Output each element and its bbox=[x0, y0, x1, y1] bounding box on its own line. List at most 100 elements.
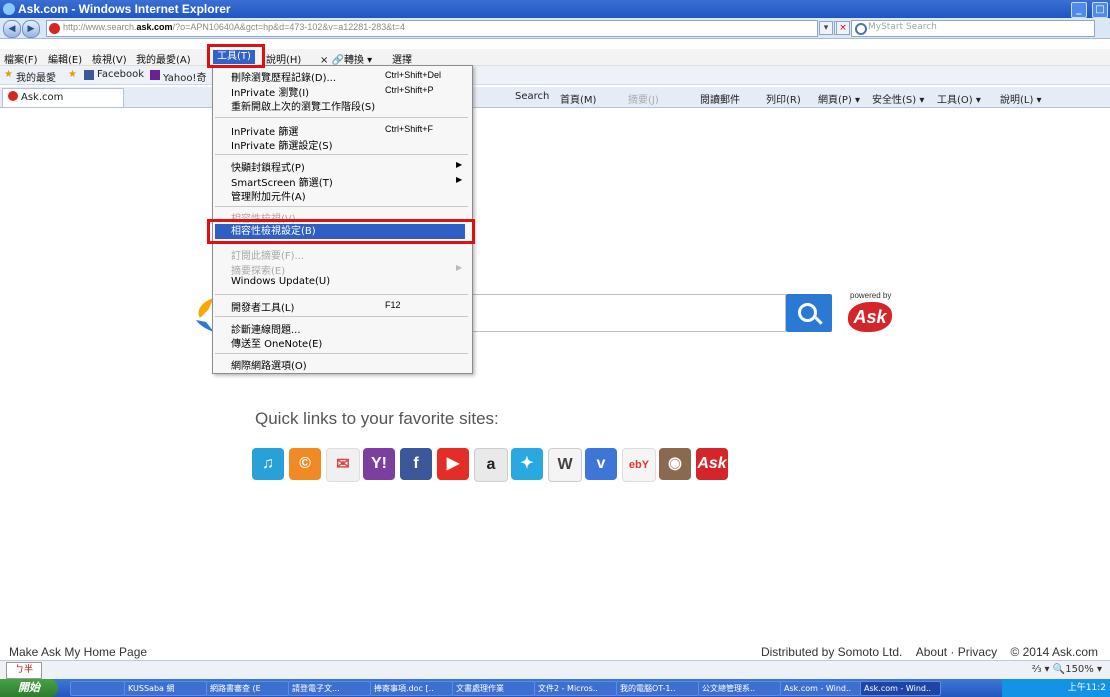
menu-separator bbox=[215, 154, 468, 155]
home-button[interactable]: 首頁(M) bbox=[560, 91, 596, 106]
url-domain: ask.com bbox=[136, 22, 173, 32]
search-icon bbox=[855, 23, 867, 35]
help-menu[interactable]: 說明(L) ▾ bbox=[1000, 91, 1042, 106]
dropdown-icon[interactable]: ▾ bbox=[819, 21, 833, 35]
submenu-arrow-icon: ▶ bbox=[456, 263, 463, 272]
select-button[interactable]: 選擇 bbox=[392, 51, 412, 66]
ebay-quicklink[interactable]: ebY bbox=[622, 448, 656, 482]
menu-view[interactable]: 檢視(V) bbox=[92, 51, 127, 66]
menu-inprivate[interactable]: InPrivate 瀏覽(I) bbox=[231, 84, 309, 99]
quick-links-title: Quick links to your favorite sites: bbox=[255, 409, 499, 428]
menu-separator bbox=[215, 353, 468, 354]
menu-separator bbox=[215, 316, 468, 317]
menu-help[interactable]: 說明(H) bbox=[266, 51, 301, 66]
minimize-button[interactable]: _ bbox=[1070, 2, 1087, 18]
system-tray-clock[interactable]: 上午11:2 bbox=[1002, 679, 1110, 697]
quick-launch[interactable] bbox=[70, 681, 125, 696]
page-menu[interactable]: 網頁(P) ▾ bbox=[818, 91, 860, 106]
zoom-control[interactable]: ⅔ ▾ 🔍150% ▾ bbox=[1032, 664, 1102, 675]
read-mail-button[interactable]: 閱讀郵件 bbox=[700, 91, 740, 106]
shortcut-delete-history: Ctrl+Shift+Del bbox=[385, 70, 442, 80]
menu-inprivate-filter[interactable]: InPrivate 篩選 bbox=[231, 123, 298, 138]
gmail-icon[interactable]: ✉ bbox=[326, 448, 360, 482]
menu-diagnose-connection[interactable]: 診斷連線問題... bbox=[231, 321, 301, 336]
tools-menu[interactable]: 工具(O) ▾ bbox=[937, 91, 981, 106]
menu-inprivate-filter-settings[interactable]: InPrivate 篩選設定(S) bbox=[231, 137, 332, 152]
wikipedia-quicklink[interactable]: W bbox=[548, 448, 582, 482]
make-home-link[interactable]: Make Ask My Home Page bbox=[9, 645, 147, 659]
ime-indicator[interactable]: ㄅ半 bbox=[6, 662, 42, 679]
safety-menu[interactable]: 安全性(S) ▾ bbox=[872, 91, 924, 106]
about-privacy-link[interactable]: About · Privacy bbox=[916, 645, 997, 659]
ie-icon bbox=[3, 3, 15, 15]
url-input[interactable]: http://www.search.ask.com/?o=APN10640A&g… bbox=[46, 20, 818, 37]
menu-delete-history[interactable]: 刪除瀏覽歷程記錄(D)... bbox=[231, 69, 336, 84]
taskbar-item[interactable]: 捧寄事項.doc [.. bbox=[370, 681, 453, 696]
facebook-quicklink[interactable]: f bbox=[400, 448, 432, 480]
taskbar-item[interactable]: 文書處理作業 bbox=[452, 681, 535, 696]
amazon-quicklink[interactable]: a bbox=[474, 448, 508, 482]
menu-favorites[interactable]: 我的最愛(A) bbox=[136, 51, 191, 66]
menu-manage-addons[interactable]: 管理附加元件(A) bbox=[231, 188, 306, 203]
search-input[interactable]: MyStart Search bbox=[851, 20, 1095, 37]
address-bar: ◀ ▶ http://www.search.ask.com/?o=APN1064… bbox=[0, 18, 1110, 39]
menu-developer-tools[interactable]: 開發者工具(L) bbox=[231, 299, 294, 314]
taskbar-item[interactable]: Ask.com - Wind.. bbox=[780, 681, 861, 696]
ask-quicklink[interactable]: Ask bbox=[696, 448, 728, 480]
site-favicon-icon bbox=[49, 23, 60, 34]
menu-subscribe-feed: 訂閱此摘要(F)... bbox=[231, 251, 305, 262]
url-prefix: http://www.search. bbox=[63, 22, 137, 32]
yahoo-quicklink[interactable]: Y! bbox=[363, 448, 395, 480]
add-favorite-icon[interactable]: ★ bbox=[68, 69, 77, 80]
taskbar-item[interactable]: 請登電子文... bbox=[288, 681, 371, 696]
submenu-arrow-icon: ▶ bbox=[456, 175, 463, 184]
window-title-bar: Ask.com - Windows Internet Explorer _ □ bbox=[0, 0, 1110, 18]
ask-favicon-icon bbox=[8, 91, 18, 101]
maximize-button[interactable]: □ bbox=[1092, 2, 1108, 18]
annotation-box-compat-settings bbox=[207, 219, 475, 244]
shortcut-inprivate-filter: Ctrl+Shift+F bbox=[385, 124, 434, 134]
status-bar: ㄅ半 ⅔ ▾ 🔍150% ▾ bbox=[0, 660, 1110, 680]
taskbar-item[interactable]: 我的電腦OT-1.. bbox=[616, 681, 699, 696]
print-button[interactable]: 列印(R) bbox=[766, 91, 801, 106]
url-suffix: /?o=APN10640A&gct=hp&d=473-102&v=a12281-… bbox=[172, 22, 406, 32]
convert-button[interactable]: × 🔗轉換 ▾ bbox=[320, 51, 372, 66]
yahoo-link[interactable]: Yahoo!奇 bbox=[163, 69, 206, 84]
taskbar-item[interactable]: KUSSaba 網 bbox=[124, 681, 207, 696]
taskbar-item[interactable]: 網路書審查 (E bbox=[206, 681, 289, 696]
menu-file[interactable]: 檔案(F) bbox=[4, 51, 38, 66]
c-icon[interactable]: © bbox=[289, 448, 321, 480]
menu-edit[interactable]: 編輯(E) bbox=[48, 51, 82, 66]
menu-reopen-session[interactable]: 重新開啟上次的瀏覽工作階段(S) bbox=[231, 98, 375, 113]
window-title: Ask.com - Windows Internet Explorer bbox=[18, 2, 231, 16]
shortcut-developer-tools: F12 bbox=[385, 300, 401, 310]
menu-smartscreen[interactable]: SmartScreen 篩選(T) bbox=[231, 174, 333, 189]
twitter-icon[interactable]: ✦ bbox=[511, 448, 543, 480]
menu-popup-blocker[interactable]: 快顯封鎖程式(P) bbox=[231, 159, 305, 174]
stop-icon[interactable]: × bbox=[836, 21, 850, 35]
search-command[interactable]: Search bbox=[515, 91, 549, 102]
youtube-icon[interactable]: ▶ bbox=[437, 448, 469, 480]
vimeo-icon[interactable]: v bbox=[585, 448, 617, 480]
submenu-arrow-icon: ▶ bbox=[456, 160, 463, 169]
menu-send-to-onenote[interactable]: 傳送至 OneNote(E) bbox=[231, 335, 322, 350]
distributed-by-text: Distributed by Somoto Ltd. bbox=[760, 645, 903, 659]
menu-internet-options[interactable]: 網際網路選項(O) bbox=[231, 357, 307, 372]
annotation-box-tools-menu bbox=[207, 44, 265, 68]
command-bar: Ask.com Search 首頁(M) 摘要(J) 閱讀郵件 列印(R) 網頁… bbox=[0, 87, 1110, 108]
feeds-button[interactable]: 摘要(J) bbox=[628, 91, 659, 106]
page-footer: Make Ask My Home Page Distributed by Som… bbox=[0, 640, 1110, 660]
favorites-button[interactable]: 我的最愛 bbox=[16, 69, 56, 84]
menu-windows-update[interactable]: Windows Update(U) bbox=[231, 276, 330, 287]
start-button[interactable]: 開始 bbox=[0, 679, 58, 697]
taskbar-item[interactable]: 文件2 - Micros.. bbox=[534, 681, 617, 696]
tab-ask[interactable]: Ask.com bbox=[2, 88, 124, 107]
forward-icon[interactable]: ▶ bbox=[22, 20, 40, 38]
facebook-link[interactable]: Facebook bbox=[97, 69, 144, 80]
headphones-icon[interactable]: ♫ bbox=[252, 448, 284, 480]
taskbar-item[interactable]: 公文總管理系.. bbox=[698, 681, 781, 696]
instagram-icon[interactable]: ◉ bbox=[659, 448, 691, 480]
back-icon[interactable]: ◀ bbox=[3, 20, 21, 38]
taskbar-item-active[interactable]: Ask.com - Wind.. bbox=[860, 681, 941, 696]
ask-search-button[interactable] bbox=[786, 294, 832, 332]
